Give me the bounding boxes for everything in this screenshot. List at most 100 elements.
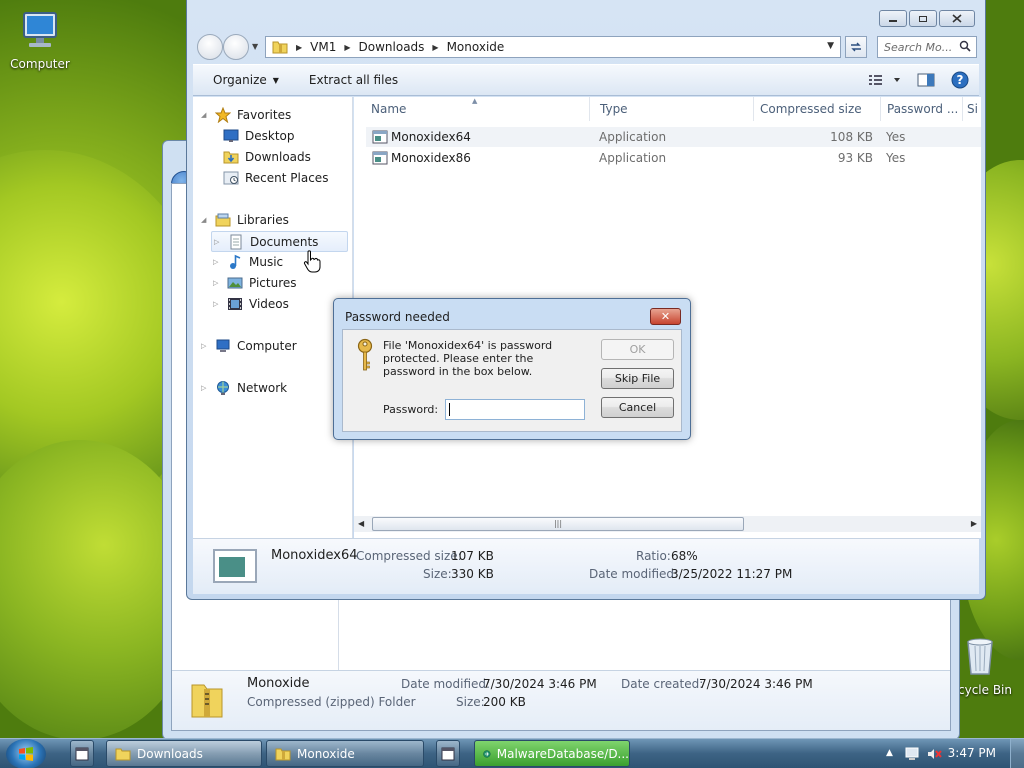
nav-desktop[interactable]: Desktop bbox=[223, 128, 295, 144]
nav-libraries[interactable]: ◢ Libraries bbox=[201, 212, 289, 228]
dialog-title: Password needed bbox=[345, 310, 450, 324]
address-bar[interactable]: ▶ VM1 ▶ Downloads ▶ Monoxide ▼ bbox=[265, 36, 841, 58]
file-row[interactable]: Monoxidex86 Application 93 KB Yes bbox=[366, 148, 981, 168]
column-type-label: Type bbox=[600, 102, 628, 116]
scroll-right-icon[interactable]: ▶ bbox=[971, 519, 977, 528]
nav-libraries-label: Libraries bbox=[237, 213, 289, 227]
background-details-pane: Monoxide Compressed (zipped) Folder Date… bbox=[172, 670, 950, 730]
column-compressed-size-label: Compressed size bbox=[760, 102, 862, 116]
nav-network[interactable]: ▷ Network bbox=[201, 380, 287, 396]
zip-folder-icon bbox=[191, 684, 223, 718]
scroll-left-icon[interactable]: ◀ bbox=[358, 519, 364, 528]
expand-arrow-icon: ▷ bbox=[214, 237, 220, 246]
close-icon bbox=[952, 14, 962, 23]
nav-music[interactable]: ▷ Music bbox=[213, 254, 283, 270]
command-bar: Organize ▼ Extract all files ? bbox=[193, 64, 979, 96]
column-header-name[interactable]: Name bbox=[365, 97, 590, 121]
recent-pages-dropdown[interactable]: ▼ bbox=[252, 42, 258, 51]
desktop-computer-icon[interactable]: Computer bbox=[0, 10, 80, 71]
search-placeholder: Search Mo... bbox=[884, 40, 953, 54]
nav-downloads[interactable]: Downloads bbox=[223, 149, 311, 165]
nav-videos-label: Videos bbox=[249, 297, 289, 311]
password-input[interactable] bbox=[445, 399, 585, 420]
breadcrumb-downloads[interactable]: Downloads bbox=[359, 40, 425, 54]
dialog-message: File 'Monoxidex64' is password protected… bbox=[383, 339, 553, 378]
maximize-button[interactable] bbox=[909, 10, 937, 27]
expand-arrow-icon: ▷ bbox=[213, 300, 219, 308]
breadcrumb-vm1[interactable]: VM1 bbox=[310, 40, 336, 54]
column-password-label: Password ... bbox=[887, 102, 959, 116]
folder-name: Monoxide bbox=[247, 676, 310, 691]
chevron-down-icon: ▼ bbox=[272, 75, 279, 85]
application-icon bbox=[372, 151, 388, 165]
help-icon: ? bbox=[951, 71, 969, 89]
nav-documents[interactable]: ▷ Documents bbox=[211, 231, 348, 252]
back-button[interactable] bbox=[197, 34, 223, 60]
password-dialog[interactable]: Password needed ✕ File 'Monoxidex64' is … bbox=[333, 298, 691, 440]
taskbar-item-monoxide[interactable]: Monoxide bbox=[266, 740, 424, 767]
refresh-button[interactable] bbox=[845, 36, 867, 58]
close-button[interactable] bbox=[939, 10, 975, 27]
change-view-button[interactable] bbox=[867, 70, 903, 90]
close-icon: ✕ bbox=[660, 310, 671, 323]
dialog-close-button[interactable]: ✕ bbox=[650, 308, 681, 325]
search-input[interactable]: Search Mo... bbox=[877, 36, 977, 58]
column-header-type[interactable]: Type bbox=[594, 97, 754, 121]
nav-pictures[interactable]: ▷ Pictures bbox=[213, 275, 297, 291]
expand-arrow-icon: ▷ bbox=[213, 258, 219, 266]
expand-arrow-icon: ▷ bbox=[201, 342, 207, 350]
volume-muted-icon[interactable] bbox=[926, 746, 942, 762]
taskbar-clock[interactable]: 3:47 PM bbox=[948, 746, 996, 760]
help-button[interactable]: ? bbox=[949, 70, 971, 90]
nav-favorites[interactable]: ◢ Favorites bbox=[201, 107, 291, 123]
minimize-button[interactable] bbox=[879, 10, 907, 27]
scrollbar-thumb[interactable]: ||| bbox=[372, 517, 744, 531]
text-cursor bbox=[449, 403, 450, 416]
taskbar-pinned-app[interactable] bbox=[436, 740, 460, 767]
zip-folder-icon bbox=[272, 41, 288, 54]
skip-file-button[interactable]: Skip File bbox=[601, 368, 674, 389]
extract-all-label: Extract all files bbox=[308, 73, 399, 87]
key-icon bbox=[357, 338, 373, 371]
nav-desktop-label: Desktop bbox=[245, 129, 295, 143]
recycle-bin-icon bbox=[967, 638, 993, 675]
forward-button[interactable] bbox=[223, 34, 249, 60]
column-header-password[interactable]: Password ... bbox=[881, 97, 963, 121]
start-button[interactable] bbox=[6, 739, 46, 768]
breadcrumb-monoxide[interactable]: Monoxide bbox=[447, 40, 505, 54]
network-icon bbox=[217, 381, 229, 395]
taskbar-item-downloads[interactable]: Downloads bbox=[106, 740, 262, 767]
pictures-icon bbox=[227, 277, 243, 289]
address-dropdown-icon[interactable]: ▼ bbox=[827, 41, 834, 51]
navigation-pane: ◢ Favorites Desktop Downloads Recent Pla… bbox=[193, 97, 353, 538]
file-row[interactable]: Monoxidex64 Application 108 KB Yes bbox=[366, 127, 981, 147]
column-header-compressed-size[interactable]: Compressed size bbox=[754, 97, 881, 121]
taskbar-pinned-app[interactable] bbox=[70, 740, 94, 767]
file-password: Yes bbox=[886, 151, 906, 165]
nav-recent-places[interactable]: Recent Places bbox=[223, 170, 328, 186]
breadcrumb-separator-icon: ▶ bbox=[296, 42, 303, 52]
preview-pane-icon bbox=[917, 73, 935, 87]
size-value: 200 KB bbox=[483, 695, 526, 709]
details-size-value: 330 KB bbox=[451, 567, 494, 581]
show-hidden-icons-icon[interactable]: ▲ bbox=[886, 748, 893, 758]
taskbar-item-label: Monoxide bbox=[297, 746, 355, 761]
nav-pictures-label: Pictures bbox=[249, 276, 297, 290]
column-header-size[interactable]: Si bbox=[963, 97, 981, 121]
nav-computer[interactable]: ▷ Computer bbox=[201, 338, 297, 354]
column-size-label: Si bbox=[967, 102, 978, 116]
horizontal-scrollbar[interactable]: ◀ ||| ▶ bbox=[354, 516, 981, 532]
show-desktop-button[interactable] bbox=[1010, 739, 1024, 768]
cancel-button[interactable]: Cancel bbox=[601, 397, 674, 418]
preview-pane-button[interactable] bbox=[915, 70, 937, 90]
nav-videos[interactable]: ▷ Videos bbox=[213, 296, 289, 312]
file-password: Yes bbox=[886, 130, 906, 144]
ok-button[interactable]: OK bbox=[601, 339, 674, 360]
details-size-label: Size: bbox=[423, 567, 452, 581]
nav-recent-places-label: Recent Places bbox=[245, 171, 329, 185]
extract-all-button[interactable]: Extract all files bbox=[297, 73, 410, 87]
taskbar-item-malwaredatabase[interactable]: MalwareDatabase/D... bbox=[474, 740, 630, 767]
network-tray-icon[interactable] bbox=[904, 746, 920, 762]
details-ratio-value: 68% bbox=[671, 549, 698, 563]
organize-button[interactable]: Organize ▼ bbox=[201, 73, 291, 87]
